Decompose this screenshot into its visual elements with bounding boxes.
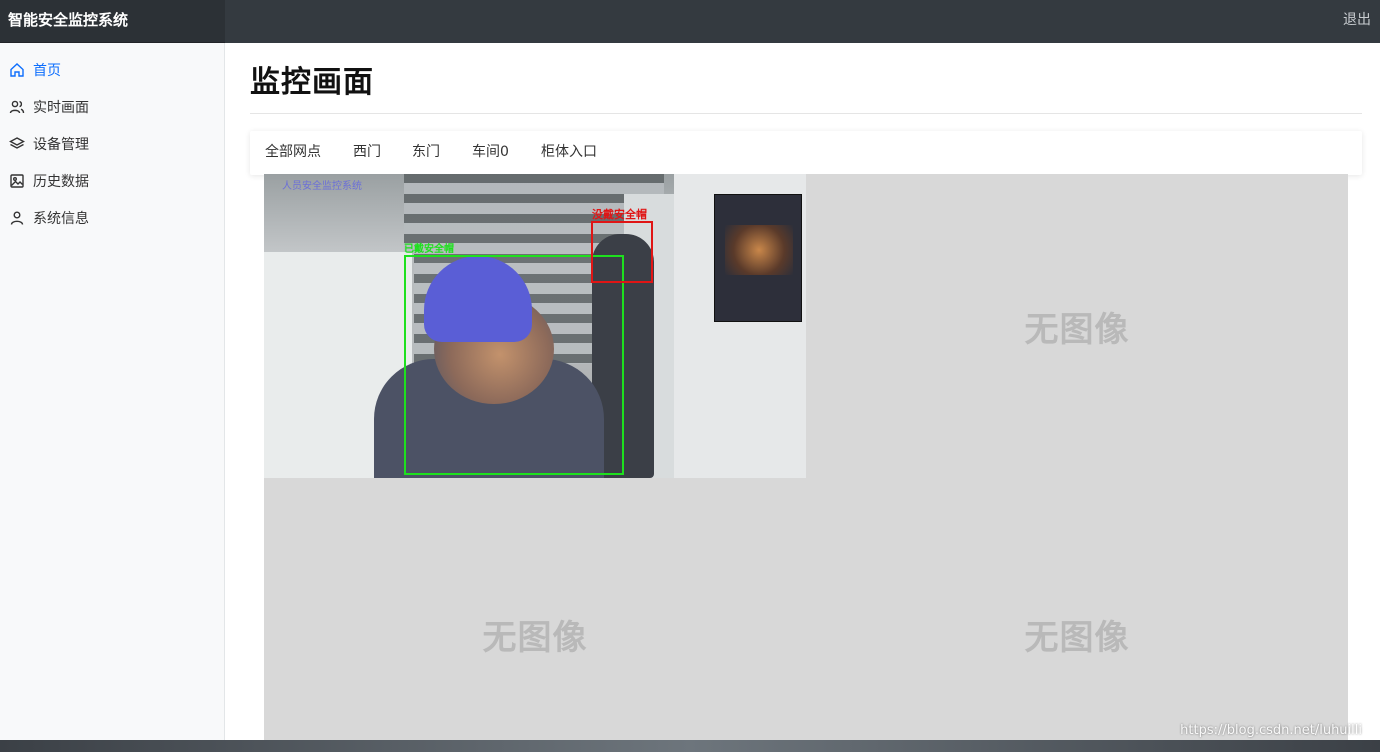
sidebar-item-system[interactable]: 系统信息 (0, 199, 224, 236)
watermark: https://blog.csdn.net/luhuilli (1180, 723, 1362, 738)
tab-cabinet-entrance[interactable]: 柜体入口 (541, 131, 597, 173)
camera-slot-empty[interactable]: 无图像 (264, 478, 806, 740)
no-image-label: 无图像 (1024, 617, 1130, 658)
sidebar-item-home[interactable]: 首页 (0, 51, 224, 88)
sidebar-item-realtime[interactable]: 实时画面 (0, 88, 224, 125)
detection-label-helmet: 已戴安全帽 (404, 244, 454, 255)
feed-overlay-title: 人员安全监控系统 (282, 181, 362, 192)
tab-east-gate[interactable]: 东门 (412, 131, 440, 173)
camera-slot-empty[interactable]: 无图像 (806, 478, 1348, 740)
home-icon (10, 62, 24, 77)
taskbar-strip (0, 740, 1380, 752)
sidebar-item-devices[interactable]: 设备管理 (0, 125, 224, 162)
users-icon (9, 100, 25, 113)
main-content: 监控画面 全部网点 西门 东门 车间0 柜体入口 已戴安全帽 没戴安全帽 人员安… (226, 43, 1380, 740)
no-image-label: 无图像 (1024, 309, 1130, 350)
user-icon (10, 211, 24, 225)
sidebar-item-label: 首页 (33, 62, 61, 79)
layers-icon (9, 136, 25, 149)
detection-box-helmet (404, 255, 624, 475)
logout-link[interactable]: 退出 (1343, 0, 1371, 40)
no-image-label: 无图像 (482, 617, 588, 658)
sidebar: 首页 实时画面 设备管理 历史数据 系统信息 (0, 43, 225, 740)
top-bar: 智能安全监控系统 退出 (0, 0, 1380, 43)
image-icon (10, 173, 24, 188)
tab-all-sites[interactable]: 全部网点 (265, 131, 321, 173)
camera-grid: 已戴安全帽 没戴安全帽 人员安全监控系统 无图像 无图像 无图像 (264, 174, 1348, 740)
divider (250, 113, 1362, 114)
tab-workshop-0[interactable]: 车间0 (472, 131, 509, 173)
page-title: 监控画面 (250, 65, 374, 100)
sidebar-item-label: 系统信息 (33, 210, 89, 227)
app-title: 智能安全监控系统 (0, 0, 225, 43)
sidebar-item-label: 实时画面 (33, 99, 89, 116)
feed-poster (714, 194, 802, 322)
location-tabs: 全部网点 西门 东门 车间0 柜体入口 (250, 131, 1362, 175)
camera-slot-empty[interactable]: 无图像 (806, 174, 1348, 478)
detection-box-no-helmet (591, 221, 653, 283)
sidebar-item-label: 设备管理 (33, 136, 89, 153)
camera-feed[interactable]: 已戴安全帽 没戴安全帽 人员安全监控系统 (264, 174, 806, 478)
sidebar-item-label: 历史数据 (33, 173, 89, 190)
detection-label-no-helmet: 没戴安全帽 (592, 208, 647, 221)
sidebar-item-history[interactable]: 历史数据 (0, 162, 224, 199)
tab-west-gate[interactable]: 西门 (353, 131, 381, 173)
